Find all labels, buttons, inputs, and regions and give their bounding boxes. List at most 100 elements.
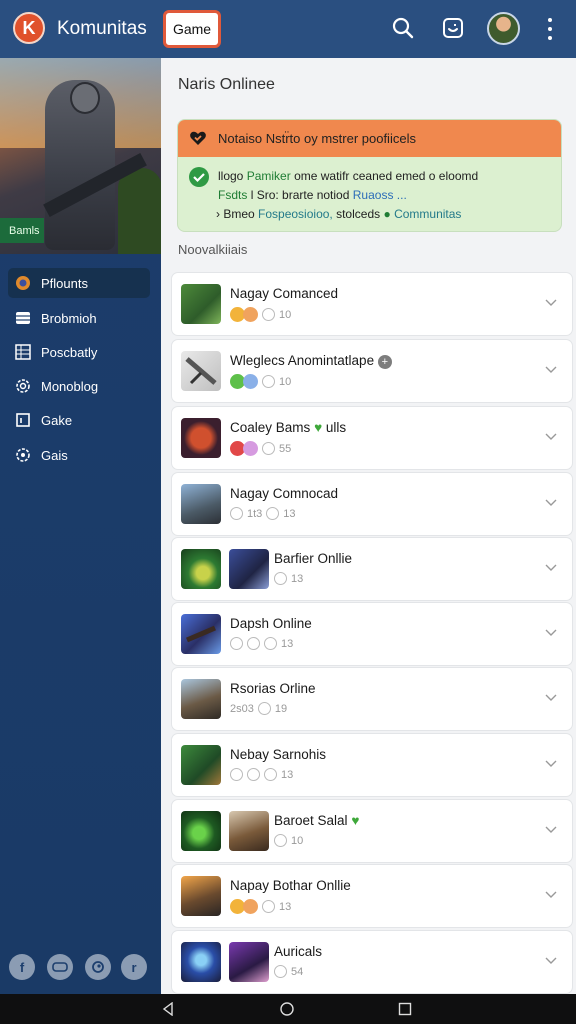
heart-check-icon <box>190 131 206 145</box>
game-card[interactable]: Barfier Onllie 13 <box>171 537 573 601</box>
sidebar-item-gake[interactable]: Gake <box>8 405 150 435</box>
game-thumbnail <box>181 484 221 524</box>
chevron-down-icon[interactable] <box>545 888 557 900</box>
check-icon <box>189 167 209 187</box>
sidebar-item-label: Pflounts <box>41 275 88 291</box>
controller-icon[interactable] <box>47 954 73 980</box>
sidebar-item-label: Gais <box>41 447 68 463</box>
sidebar-item-brobmioh[interactable]: Brobmioh <box>8 303 150 333</box>
game-meta: 13 <box>230 768 293 781</box>
sidebar-item-pflounts[interactable]: Pflounts <box>8 268 150 298</box>
avatar[interactable] <box>487 12 520 45</box>
game-meta: 1t3 13 <box>230 507 296 520</box>
sidebar-item-gais[interactable]: Gais <box>8 440 150 470</box>
game-thumbnail <box>181 549 221 589</box>
chevron-down-icon[interactable] <box>545 823 557 835</box>
facebook-icon[interactable]: f <box>9 954 35 980</box>
reaction-icon <box>262 375 275 388</box>
game-title: Barfier Onllie <box>274 551 353 566</box>
chevron-down-icon[interactable] <box>545 954 557 966</box>
notice-link[interactable]: Ruaoss ... <box>353 188 407 202</box>
game-title: Rsorias Orline <box>230 681 316 696</box>
game-card[interactable]: Nagay Comnocad 1t3 13 <box>171 472 573 536</box>
emoji-icon <box>243 441 258 456</box>
reaction-icon <box>264 768 277 781</box>
game-button[interactable]: Game <box>163 10 221 48</box>
game-card[interactable]: Rsorias Orline 2s03 19 <box>171 667 573 731</box>
reaction-count: 10 <box>279 308 292 321</box>
reaction-count: 54 <box>291 965 304 978</box>
game-meta: 10 <box>230 374 291 389</box>
game-meta: 13 <box>274 572 303 585</box>
steam-icon[interactable] <box>85 954 111 980</box>
reaction-count: 13 <box>283 507 296 520</box>
chevron-down-icon[interactable] <box>545 296 557 308</box>
sidebar: Bamls Pflounts Brobmioh Poscbatly Monobl… <box>0 58 161 994</box>
notice-highlight[interactable]: Pamiker <box>247 169 291 183</box>
chevron-down-icon[interactable] <box>545 757 557 769</box>
reaction-count: 2s03 <box>230 702 254 715</box>
notice-link[interactable]: Communitas <box>394 207 461 221</box>
more-icon[interactable] <box>542 16 558 42</box>
reaction-count: 1t3 <box>247 507 263 520</box>
chevron-down-icon[interactable] <box>545 430 557 442</box>
notice-banner: Notaiso Nstr̈to oy mstrer poofiicels llo… <box>177 119 562 232</box>
game-meta: 54 <box>274 965 303 978</box>
sidebar-item-poscbatly[interactable]: Poscbatly <box>8 337 150 367</box>
game-card[interactable]: Coaley Bams ♥ ulls 55 <box>171 406 573 470</box>
chevron-down-icon[interactable] <box>545 561 557 573</box>
notice-text: stolceds <box>336 207 381 221</box>
sidebar-item-label: Brobmioh <box>41 310 97 326</box>
game-card[interactable]: Baroet Salal ♥ 10 <box>171 799 573 863</box>
game-meta: 55 <box>230 441 291 456</box>
game-thumbnail <box>181 351 221 391</box>
reaction-count: 19 <box>274 702 288 715</box>
back-icon[interactable] <box>161 1002 175 1016</box>
game-card[interactable]: Nagay Comanced 10 <box>171 272 573 336</box>
chevron-down-icon[interactable] <box>545 496 557 508</box>
game-title: Nagay Comanced <box>230 286 339 301</box>
sidebar-item-label: Monoblog <box>41 378 99 394</box>
chevron-down-icon[interactable] <box>545 691 557 703</box>
game-card[interactable]: Dapsh Online 13 <box>171 602 573 666</box>
game-card[interactable]: Wleglecs Anomintatlape + 10 <box>171 339 573 403</box>
game-title: Coaley Bams ♥ ulls <box>230 420 346 435</box>
recents-icon[interactable] <box>398 1002 412 1016</box>
chevron-down-icon[interactable] <box>545 626 557 638</box>
reaction-icon <box>257 702 271 715</box>
app-logo[interactable]: K <box>13 12 45 44</box>
game-card[interactable]: Nebay Sarnohis 13 <box>171 733 573 797</box>
reaction-count: 13 <box>291 572 304 585</box>
game-card[interactable]: Auricals 54 <box>171 930 573 994</box>
game-thumbnail <box>181 614 221 654</box>
featured-game-banner[interactable]: Bamls <box>0 58 161 254</box>
game-title: Napay Bothar Onllie <box>230 878 351 893</box>
section-label: Noovalkiiais <box>178 242 248 257</box>
reaction-count: 13 <box>281 637 294 650</box>
notice-text: ome watifr ceaned emed o eloomd <box>294 169 479 183</box>
notice-highlight[interactable]: Fsdts <box>218 188 247 202</box>
home-icon[interactable] <box>280 1002 294 1016</box>
game-meta: 10 <box>274 834 303 847</box>
leaf-icon: ♥ <box>351 813 360 828</box>
leaf-icon: ● <box>383 207 391 221</box>
chevron-down-icon[interactable] <box>545 363 557 375</box>
chat-icon[interactable] <box>439 14 467 42</box>
reaction-icon <box>230 507 243 520</box>
notice-line-1: llogo Pamiker ome watifr ceaned emed o e… <box>218 169 478 183</box>
sidebar-item-label: Poscbatly <box>41 344 98 360</box>
game-title: Nagay Comnocad <box>230 486 339 501</box>
reaction-count: 55 <box>279 442 292 455</box>
sidebar-item-monoblog[interactable]: Monoblog <box>8 371 150 401</box>
game-card[interactable]: Napay Bothar Onllie 13 <box>171 864 573 928</box>
reddit-icon[interactable]: r <box>121 954 147 980</box>
top-bar: K Komunitas Game <box>0 0 576 58</box>
reaction-icon <box>274 572 287 585</box>
search-icon[interactable] <box>389 14 417 42</box>
reaction-icon <box>262 308 275 321</box>
notice-link[interactable]: Fospeosioioo, <box>258 207 333 221</box>
notice-text: l Sro: brarte notiod <box>250 188 350 202</box>
game-thumbnail <box>181 418 221 458</box>
plus-icon[interactable]: + <box>377 355 392 369</box>
notice-header: Notaiso Nstr̈to oy mstrer poofiicels <box>178 120 561 157</box>
